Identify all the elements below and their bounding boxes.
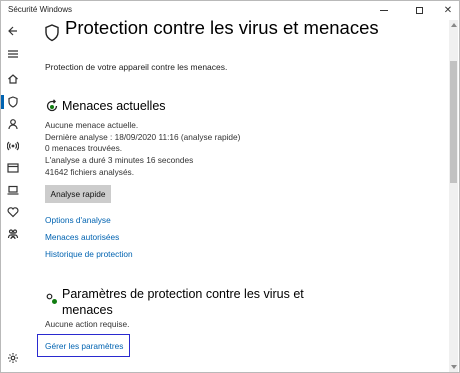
nav-home[interactable] xyxy=(6,72,20,86)
page-subtitle: Protection de votre appareil contre les … xyxy=(45,62,228,72)
protection-history-link[interactable]: Historique de protection xyxy=(45,249,133,259)
settings-gears-icon xyxy=(46,293,57,304)
close-button[interactable]: ✕ xyxy=(433,1,460,20)
minimize-icon xyxy=(380,10,388,11)
status-line: Dernière analyse : 18/09/2020 11:16 (ana… xyxy=(45,131,241,142)
laptop-icon xyxy=(7,185,19,195)
scroll-up-arrow-icon[interactable] xyxy=(451,23,457,27)
menu-button[interactable] xyxy=(6,47,20,61)
shield-icon xyxy=(45,24,59,42)
manage-settings-link[interactable]: Gérer les paramètres xyxy=(45,341,123,351)
app-browser-icon xyxy=(7,163,19,173)
status-line: Aucune menace actuelle. xyxy=(45,120,139,130)
active-indicator xyxy=(1,95,4,109)
nav-family[interactable] xyxy=(6,227,20,241)
shield-icon xyxy=(8,96,18,108)
nav-app-browser[interactable] xyxy=(6,161,20,175)
close-icon: ✕ xyxy=(443,5,453,16)
home-icon xyxy=(8,74,18,84)
page-title: Protection contre les virus et menaces xyxy=(65,17,379,38)
scan-options-link[interactable]: Options d'analyse xyxy=(45,215,111,225)
scan-status: Aucune menace actuelle. Dernière analyse… xyxy=(45,120,240,179)
quick-scan-button[interactable]: Analyse rapide xyxy=(45,185,111,203)
app-window: Sécurité Windows ✕ Protection contre les… xyxy=(0,0,460,373)
nav-firewall[interactable] xyxy=(6,139,20,153)
family-icon xyxy=(7,229,19,240)
nav-virus-protection[interactable] xyxy=(6,95,20,109)
scan-refresh-icon xyxy=(46,99,58,112)
settings-gear-icon xyxy=(8,353,18,363)
back-arrow-icon xyxy=(8,26,17,36)
protection-settings-status: Aucune action requise. xyxy=(45,319,130,329)
account-icon xyxy=(8,119,18,130)
nav-settings[interactable] xyxy=(6,351,20,365)
hamburger-menu-icon xyxy=(8,50,18,58)
scrollbar-thumb[interactable] xyxy=(450,61,457,183)
main-content: Protection contre les virus et menaces P… xyxy=(25,17,450,373)
vertical-scrollbar[interactable] xyxy=(449,20,458,372)
allowed-threats-link[interactable]: Menaces autorisées xyxy=(45,232,119,242)
window-title: Sécurité Windows xyxy=(8,5,73,14)
protection-settings-heading: Paramètres de protection contre les viru… xyxy=(62,287,304,317)
heart-icon xyxy=(7,207,19,218)
nav-account[interactable] xyxy=(6,117,20,131)
current-threats-heading: Menaces actuelles xyxy=(62,99,166,113)
status-line: L'analyse a duré 3 minutes 16 secondes xyxy=(45,155,194,166)
status-line: 0 menaces trouvées. xyxy=(45,143,123,154)
wifi-antenna-icon xyxy=(7,141,19,151)
nav-device-security[interactable] xyxy=(6,183,20,197)
back-button[interactable] xyxy=(6,24,20,38)
nav-rail xyxy=(1,20,25,373)
status-line: 41642 fichiers analysés. xyxy=(45,166,135,177)
nav-device-health[interactable] xyxy=(6,205,20,219)
maximize-icon xyxy=(415,7,423,14)
scroll-down-arrow-icon[interactable] xyxy=(451,365,457,369)
